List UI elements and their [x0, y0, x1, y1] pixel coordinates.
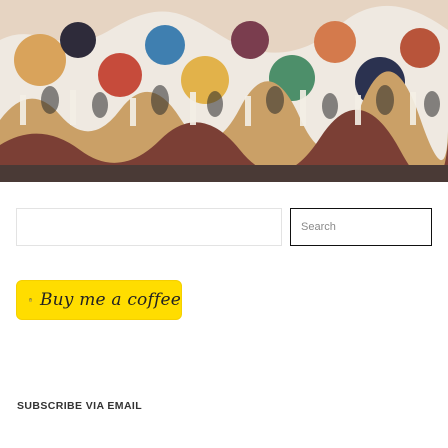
buy-me-a-coffee-label: Buy me a coffee	[39, 290, 181, 310]
search-form: Search	[0, 208, 448, 248]
search-input[interactable]	[16, 208, 282, 246]
buy-me-a-coffee-button[interactable]: Buy me a coffee	[16, 280, 182, 320]
header-banner-image	[0, 0, 448, 182]
subscribe-heading: SUBSCRIBE VIA EMAIL	[17, 400, 143, 412]
coffee-cup-icon	[29, 298, 32, 302]
search-button[interactable]: Search	[290, 208, 432, 246]
